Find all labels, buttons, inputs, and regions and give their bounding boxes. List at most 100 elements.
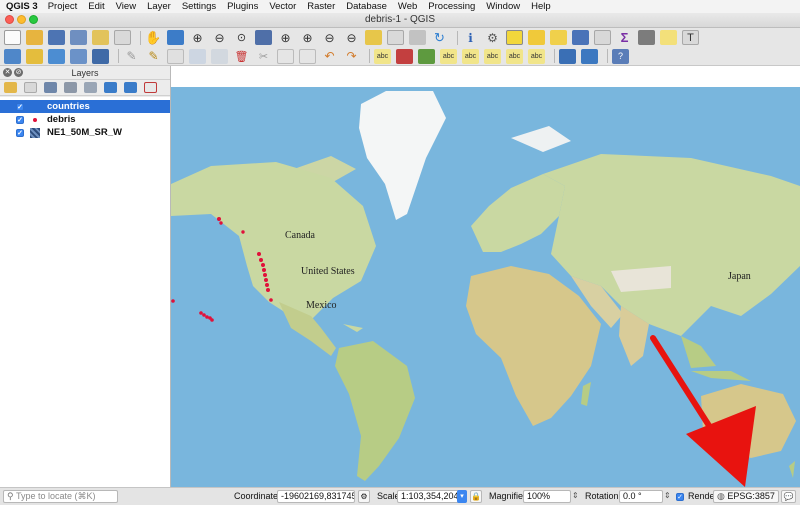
- data-source-manager-icon[interactable]: [4, 48, 21, 64]
- save-as-icon[interactable]: [70, 30, 87, 45]
- zoom-native-icon[interactable]: ⊙: [233, 30, 250, 45]
- redo-icon[interactable]: ↷: [343, 49, 360, 64]
- current-edits-icon[interactable]: ✎: [123, 49, 140, 64]
- add-vector-layer-icon[interactable]: [48, 48, 65, 64]
- rotation-spin-icon[interactable]: ⇕: [664, 491, 671, 500]
- new-map-view-icon[interactable]: [365, 30, 382, 45]
- zoom-in-icon[interactable]: ⊕: [189, 30, 206, 45]
- rotate-label-icon[interactable]: abc: [506, 48, 523, 64]
- layer-visibility-checkbox[interactable]: ✓: [16, 128, 24, 137]
- rotation-field[interactable]: 0.0 °: [619, 490, 663, 503]
- identify-icon[interactable]: ℹ: [462, 30, 479, 45]
- map-canvas[interactable]: Canada United States Mexico Japan: [171, 66, 800, 487]
- filter-legend-icon[interactable]: [64, 82, 77, 93]
- layer-row-countries[interactable]: ✓ countries: [0, 100, 170, 113]
- layer-visibility-checkbox[interactable]: ✓: [16, 102, 24, 111]
- show-bookmarks-icon[interactable]: [409, 30, 426, 45]
- bookmark-icon[interactable]: [387, 30, 404, 45]
- save-edits-icon[interactable]: [167, 48, 184, 64]
- coordinate-toggle-icon[interactable]: ⚙: [358, 490, 370, 503]
- menu-view[interactable]: View: [116, 1, 136, 12]
- layout-manager-icon[interactable]: [114, 30, 131, 45]
- new-project-icon[interactable]: [4, 30, 21, 45]
- render-checkbox[interactable]: ✓: [676, 493, 684, 501]
- lock-scale-icon[interactable]: 🔒: [470, 490, 482, 503]
- move-label-icon[interactable]: abc: [484, 48, 501, 64]
- menu-plugins[interactable]: Plugins: [227, 1, 258, 12]
- attribute-table-icon[interactable]: [572, 30, 589, 45]
- zoom-layer-icon[interactable]: ⊕: [299, 30, 316, 45]
- open-project-icon[interactable]: [26, 30, 43, 45]
- zoom-next-icon[interactable]: ⊖: [343, 30, 360, 45]
- menu-layer[interactable]: Layer: [147, 1, 171, 12]
- select-by-expression-icon[interactable]: [528, 30, 545, 45]
- toggle-editing-icon[interactable]: ✎: [145, 49, 162, 64]
- app-menu[interactable]: QGIS 3: [6, 1, 38, 12]
- print-layout-icon[interactable]: [92, 30, 109, 45]
- menu-help[interactable]: Help: [531, 1, 551, 12]
- field-calculator-icon[interactable]: [594, 30, 611, 45]
- layer-row-ne1-50m-sr-w[interactable]: ✓ NE1_50M_SR_W: [0, 126, 170, 139]
- filter-by-expression-icon[interactable]: [84, 82, 97, 93]
- deselect-icon[interactable]: [550, 30, 567, 45]
- pin-labels-icon[interactable]: abc: [440, 48, 457, 64]
- zoom-selection-icon[interactable]: ⊕: [277, 30, 294, 45]
- crs-button[interactable]: ◍ EPSG:3857: [713, 490, 779, 503]
- change-label-icon[interactable]: abc: [528, 48, 545, 64]
- measure-icon[interactable]: [638, 30, 655, 45]
- magnifier-spin-icon[interactable]: ⇕: [572, 491, 579, 500]
- text-annotation-icon[interactable]: T: [682, 30, 699, 45]
- add-group-icon[interactable]: [24, 82, 37, 93]
- menu-web[interactable]: Web: [398, 1, 417, 12]
- vertex-tool-icon[interactable]: [211, 48, 228, 64]
- collapse-all-icon[interactable]: [124, 82, 137, 93]
- menu-vector[interactable]: Vector: [269, 1, 296, 12]
- undo-icon[interactable]: ↶: [321, 49, 338, 64]
- python-console-icon[interactable]: [581, 48, 598, 64]
- cut-features-icon[interactable]: ✂: [255, 49, 272, 64]
- refresh-icon[interactable]: ↻: [431, 30, 448, 45]
- expand-all-icon[interactable]: [104, 82, 117, 93]
- zoom-out-icon[interactable]: ⊖: [211, 30, 228, 45]
- paste-features-icon[interactable]: [299, 48, 316, 64]
- annotation-icon[interactable]: [660, 30, 677, 45]
- pan-to-selection-icon[interactable]: [167, 30, 184, 45]
- help-icon[interactable]: ?: [612, 48, 629, 64]
- coordinate-field[interactable]: -19602169,8317453: [277, 490, 355, 503]
- menu-project[interactable]: Project: [48, 1, 78, 12]
- new-layer-icon[interactable]: [26, 48, 43, 64]
- remove-layer-icon[interactable]: [144, 82, 157, 93]
- show-hide-labels-icon[interactable]: abc: [462, 48, 479, 64]
- menu-settings[interactable]: Settings: [182, 1, 216, 12]
- messages-icon[interactable]: 💬: [781, 490, 796, 503]
- menu-processing[interactable]: Processing: [428, 1, 475, 12]
- copy-features-icon[interactable]: [277, 48, 294, 64]
- zoom-last-icon[interactable]: ⊖: [321, 30, 338, 45]
- menu-window[interactable]: Window: [486, 1, 520, 12]
- select-feature-icon[interactable]: [506, 30, 523, 45]
- highlight-pinned-labels-icon[interactable]: [418, 48, 435, 64]
- statistics-sigma-icon[interactable]: Σ: [616, 30, 633, 45]
- save-project-icon[interactable]: [48, 30, 65, 45]
- magnifier-field[interactable]: 100%: [523, 490, 571, 503]
- plugin-globe-icon[interactable]: [559, 48, 576, 64]
- pan-hand-icon[interactable]: ✋: [145, 30, 162, 45]
- add-mesh-layer-icon[interactable]: [92, 48, 109, 64]
- menu-database[interactable]: Database: [346, 1, 387, 12]
- layer-visibility-checkbox[interactable]: ✓: [16, 115, 24, 124]
- layer-row-debris[interactable]: ✓ debris: [0, 113, 170, 126]
- add-feature-icon[interactable]: [189, 48, 206, 64]
- diagram-tool-icon[interactable]: [396, 48, 413, 64]
- scale-dropdown-icon[interactable]: ▾: [457, 490, 467, 503]
- action-icon[interactable]: ⚙: [484, 30, 501, 45]
- add-raster-layer-icon[interactable]: [70, 48, 87, 64]
- label-tool-icon[interactable]: abc: [374, 48, 391, 64]
- locator-search-input[interactable]: ⚲ Type to locate (⌘K): [3, 490, 118, 503]
- zoom-full-icon[interactable]: [255, 30, 272, 45]
- map-label-japan: Japan: [728, 271, 751, 282]
- menu-raster[interactable]: Raster: [307, 1, 335, 12]
- delete-selected-icon[interactable]: 🗑: [233, 49, 250, 64]
- open-layer-styling-icon[interactable]: [4, 82, 17, 93]
- manage-map-themes-icon[interactable]: [44, 82, 57, 93]
- menu-edit[interactable]: Edit: [88, 1, 104, 12]
